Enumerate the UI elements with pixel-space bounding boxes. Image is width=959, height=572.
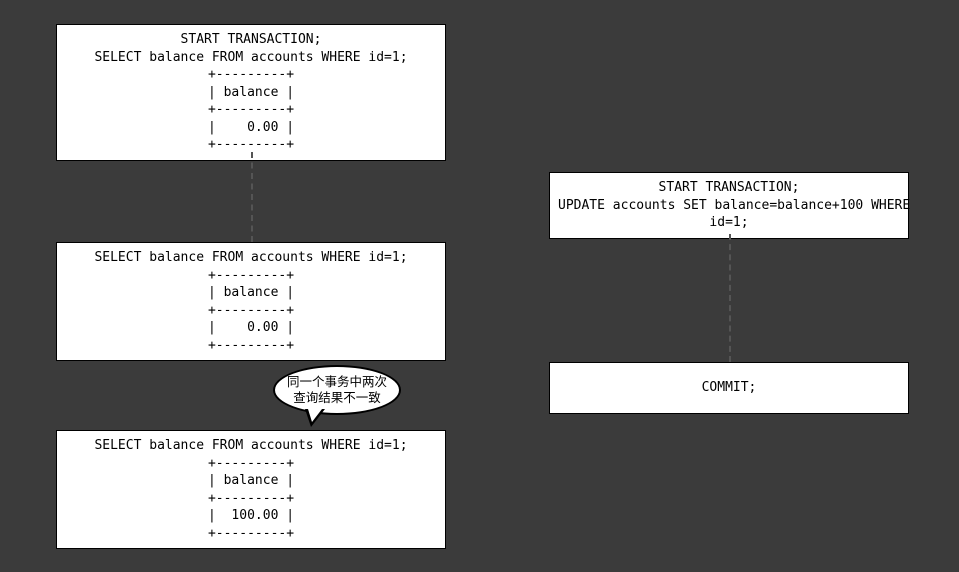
right-box-2: COMMIT; — [549, 362, 909, 414]
connector-right-1-2 — [729, 234, 731, 362]
left-box-2: SELECT balance FROM accounts WHERE id=1;… — [56, 242, 446, 361]
left-box-3: SELECT balance FROM accounts WHERE id=1;… — [56, 430, 446, 549]
right-box-1: START TRANSACTION; UPDATE accounts SET b… — [549, 172, 909, 239]
connector-left-1-2 — [251, 152, 253, 242]
left-box-1: START TRANSACTION; SELECT balance FROM a… — [56, 24, 446, 161]
annotation-text: 同一个事务中两次 查询结果不一致 — [287, 374, 387, 407]
annotation-bubble: 同一个事务中两次 查询结果不一致 — [273, 365, 401, 415]
